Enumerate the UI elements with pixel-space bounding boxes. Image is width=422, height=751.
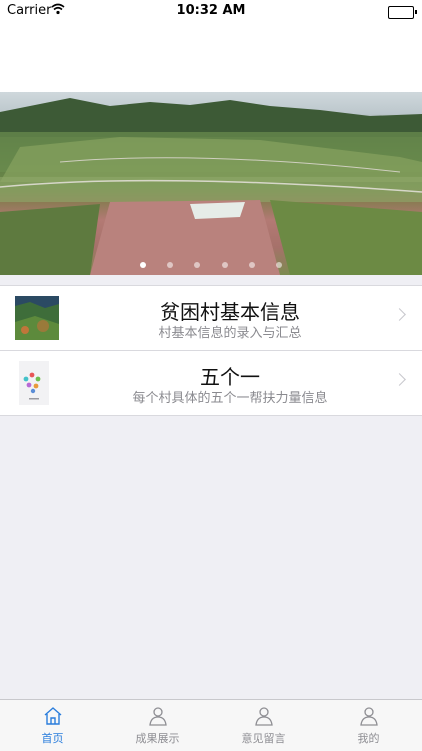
- tab-feedback[interactable]: 意见留言: [211, 700, 316, 751]
- banner-landscape-image: [0, 98, 422, 275]
- person-icon: [148, 706, 168, 726]
- list-item-title: 五个一: [200, 365, 260, 389]
- tab-home[interactable]: 首页: [0, 700, 105, 751]
- person-icon: [359, 706, 379, 726]
- tab-profile[interactable]: 我的: [316, 700, 421, 751]
- tab-label: 成果展示: [135, 732, 180, 745]
- menu-list: 贫困村基本信息 村基本信息的录入与汇总 五个一 每个村具体的五个一帮扶力量信息: [0, 285, 422, 416]
- tab-label: 我的: [357, 732, 380, 745]
- tab-achievements[interactable]: 成果展示: [105, 700, 210, 751]
- tab-label: 意见留言: [241, 732, 286, 745]
- clock-label: 10:32 AM: [176, 3, 246, 18]
- banner-carousel[interactable]: [0, 92, 422, 275]
- carousel-dot[interactable]: [248, 262, 255, 268]
- carousel-dot[interactable]: [221, 262, 228, 268]
- person-icon: [254, 706, 274, 726]
- list-item-subtitle: 每个村具体的五个一帮扶力量信息: [132, 391, 328, 406]
- tab-label: 首页: [41, 732, 64, 745]
- list-item-village-info[interactable]: 贫困村基本信息 村基本信息的录入与汇总: [0, 286, 422, 351]
- status-bar: Carrier 10:32 AM: [0, 0, 422, 22]
- carousel-page-indicator[interactable]: [0, 253, 422, 268]
- carousel-dot[interactable]: [275, 262, 282, 268]
- header-spacer: [0, 22, 422, 92]
- list-item-subtitle: 村基本信息的录入与汇总: [158, 326, 302, 341]
- list-item-title: 贫困村基本信息: [160, 300, 300, 324]
- colorful-dots-thumbnail: [15, 361, 59, 405]
- list-item-five-ones[interactable]: 五个一 每个村具体的五个一帮扶力量信息: [0, 351, 422, 416]
- tab-bar: 首页 成果展示 意见留言 我的: [0, 699, 422, 751]
- village-photo-thumbnail: [15, 296, 59, 340]
- battery-icon: [388, 6, 417, 19]
- home-icon: [43, 706, 63, 726]
